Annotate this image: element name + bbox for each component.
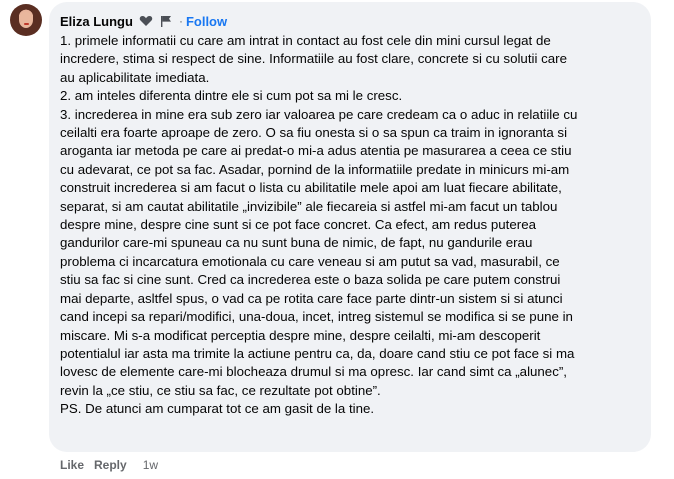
comment-line: cu adevarat, ce pot sa fac. Asadar, porn…: [60, 161, 570, 177]
comment-line: cand incepi sa repari/modifici, una-doua…: [60, 309, 573, 325]
comment: Eliza Lungu · Follow 1. primele informat…: [0, 0, 674, 479]
comment-line: PS. De atunci am cumparat tot ce am gasi…: [60, 401, 375, 417]
heart-hands-icon: [139, 15, 153, 27]
avatar-lips: [24, 23, 29, 25]
comment-line: separat, si am cautat abilitatile „inviz…: [60, 198, 558, 214]
comment-line: miscare. Mi s-a modificat perceptia desp…: [60, 327, 541, 343]
reply-button[interactable]: Reply: [94, 458, 127, 472]
like-button[interactable]: Like: [60, 458, 84, 472]
comment-text: 1. primele informatii cu care am intrat …: [60, 32, 650, 419]
comment-line: despre mine, despre cine sunt si ce pot …: [60, 217, 536, 233]
comment-line: stiu sa fac si cine sunt. Cred ca incred…: [60, 272, 561, 288]
comment-line: 2. am inteles diferenta dintre ele si cu…: [60, 88, 403, 104]
comment-line: ceilalti era foarte aproape de zero. O s…: [60, 125, 568, 141]
comment-line: incredere, stima si respect de sine. Inf…: [60, 51, 567, 67]
comment-line: au aplicabilitate imediata.: [60, 69, 210, 85]
comment-line: mai departe, asltfel spus, o vad ca pe r…: [60, 290, 563, 306]
comment-line: 1. primele informatii cu care am intrat …: [60, 33, 551, 48]
comment-line: gandurilor care-mi spuneau ca nu sunt bu…: [60, 235, 533, 251]
follow-button[interactable]: Follow: [186, 14, 227, 29]
comment-line: revin la „ce stiu, ce stiu sa fac, ce re…: [60, 382, 381, 398]
comment-actions: Like Reply 1w: [60, 458, 158, 472]
flag-icon: [159, 15, 173, 27]
author-name[interactable]: Eliza Lungu: [60, 14, 133, 29]
comment-line: construit increderea si am facut o lista…: [60, 180, 562, 196]
timestamp[interactable]: 1w: [143, 458, 158, 472]
comment-bubble: Eliza Lungu · Follow 1. primele informat…: [49, 2, 651, 452]
comment-line: 3. increderea in mine era sub zero iar v…: [60, 106, 578, 122]
comment-line: problema ci incarcatura emotionala cu ca…: [60, 253, 560, 269]
comment-line: lovesc de elemente care-mi blocheaza dru…: [60, 364, 567, 380]
avatar[interactable]: [10, 4, 42, 36]
separator-dot: ·: [178, 14, 183, 28]
avatar-face: [19, 12, 33, 28]
comment-header: Eliza Lungu · Follow: [60, 12, 227, 30]
comment-line: aroganta iar metoda pe care ai predat-o …: [60, 143, 572, 159]
comment-line: potentialul iar asta ma trimite la actiu…: [60, 345, 575, 361]
